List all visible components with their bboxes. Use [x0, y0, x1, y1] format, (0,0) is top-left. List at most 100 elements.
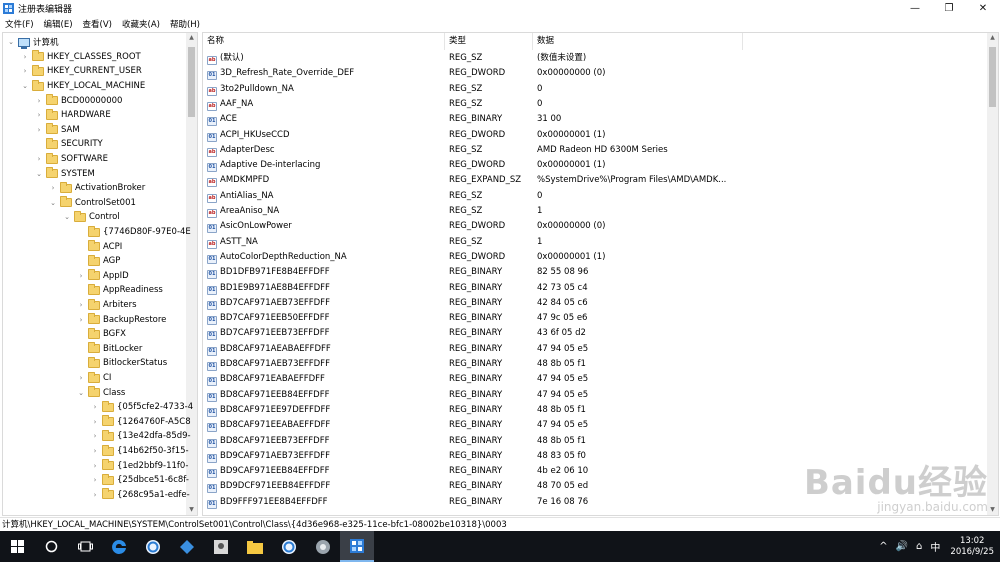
tree-node[interactable]: {7746D80F-97E0-4E [77, 225, 191, 240]
value-row[interactable]: ab 3to2Pulldown_NA REG_SZ 0 [203, 82, 988, 97]
tree-node[interactable]: › {25dbce51-6c8f- [91, 473, 189, 488]
app-icon[interactable] [204, 531, 238, 562]
edge-icon[interactable] [102, 531, 136, 562]
tree-node[interactable]: › {14b62f50-3f15- [91, 444, 189, 459]
menu-favorites[interactable]: 收藏夹(A) [117, 18, 165, 30]
minimize-button[interactable]: — [898, 0, 932, 16]
value-row[interactable]: 01 BD9CAF971EEB84EFFDFF REG_BINARY 4b e2 06… [203, 464, 988, 479]
chevron-right-icon[interactable]: › [35, 111, 43, 119]
value-row[interactable]: ab AreaAniso_NA REG_SZ 1 [203, 204, 988, 219]
value-row[interactable]: 01 BD8CAF971EEABAEFFDFF REG_BINARY 47 94 05… [203, 418, 988, 433]
tree-node[interactable]: ACPI [77, 239, 122, 254]
menu-edit[interactable]: 编辑(E) [39, 18, 78, 30]
value-row[interactable]: 01 BD8CAF971AEB73EFFDFF REG_BINARY 48 8b 05… [203, 357, 988, 372]
tree-node[interactable]: › BCD00000000 [35, 93, 122, 108]
tree-node[interactable]: BGFX [77, 327, 126, 342]
search-icon[interactable] [34, 531, 68, 562]
tree-node[interactable]: › {268c95a1-edfe- [91, 488, 190, 503]
value-row[interactable]: 01 BD1E9B971AE8B4EFFDFF REG_BINARY 42 73 05… [203, 281, 988, 296]
value-row[interactable]: 01 BD9FFF971EE8B4EFFDFF REG_BINARY 7e 16 08… [203, 495, 988, 510]
tree-node[interactable]: BitLocker [77, 342, 142, 357]
chevron-right-icon[interactable]: › [35, 97, 43, 105]
tree-node[interactable]: ⌄ Control [63, 210, 120, 225]
network-icon[interactable]: ⌂ [912, 541, 926, 552]
menu-help[interactable]: 帮助(H) [165, 18, 205, 30]
chevron-down-icon[interactable]: ⌄ [7, 38, 15, 46]
tree-node[interactable]: ⌄ HKEY_LOCAL_MACHINE [21, 79, 145, 94]
value-row[interactable]: ab (默认) REG_SZ (数值未设置) [203, 51, 988, 66]
value-row[interactable]: 01 ACPI_HKUseCCD REG_DWORD 0x00000001 (1) [203, 128, 988, 143]
regedit-icon[interactable] [340, 531, 374, 562]
chevron-down-icon[interactable]: ⌄ [49, 199, 57, 207]
tree-node[interactable]: › {05f5cfe2-4733-4 [91, 400, 193, 415]
scroll-up-icon[interactable]: ▲ [987, 33, 998, 43]
value-row[interactable]: ab AntiAlias_NA REG_SZ 0 [203, 189, 988, 204]
value-row[interactable]: 01 BD7CAF971EEB73EFFDFF REG_BINARY 43 6f 05… [203, 326, 988, 341]
chevron-right-icon[interactable]: › [91, 403, 99, 411]
volume-icon[interactable]: 🔊 [892, 541, 912, 552]
chevron-right-icon[interactable]: › [91, 447, 99, 455]
chevron-right-icon[interactable]: › [91, 491, 99, 499]
maximize-button[interactable]: ❐ [932, 0, 966, 16]
chevron-right-icon[interactable]: › [77, 301, 85, 309]
value-row[interactable]: 01 BD9DCF971EEB84EFFDFF REG_BINARY 48 70 05… [203, 479, 988, 494]
value-row[interactable]: 01 BD8CAF971EABAEFFDFF REG_BINARY 47 94 05 … [203, 372, 988, 387]
chevron-right-icon[interactable]: › [77, 374, 85, 382]
column-data-header[interactable]: 数据 [533, 33, 743, 50]
tree-node[interactable]: AGP [77, 254, 120, 269]
chevron-down-icon[interactable]: ⌄ [77, 389, 85, 397]
value-row[interactable]: 01 BD8CAF971EEB73EFFDFF REG_BINARY 48 8b 05… [203, 434, 988, 449]
tree-node[interactable]: › SAM [35, 123, 80, 138]
tree-node[interactable]: › Arbiters [77, 298, 137, 313]
chevron-right-icon[interactable]: › [49, 184, 57, 192]
scroll-down-icon[interactable]: ▼ [987, 505, 998, 515]
chevron-down-icon[interactable]: ⌄ [35, 170, 43, 178]
value-row[interactable]: 01 BD1DFB971FE8B4EFFDFF REG_BINARY 82 55 08… [203, 265, 988, 280]
chevron-right-icon[interactable]: › [91, 462, 99, 470]
value-row[interactable]: ab AMDKMPFD REG_EXPAND_SZ %SystemDrive%\Pro… [203, 173, 988, 188]
app-icon[interactable] [306, 531, 340, 562]
ime-indicator[interactable]: 中 [926, 539, 944, 554]
chevron-right-icon[interactable]: › [77, 316, 85, 324]
value-row[interactable]: 01 ACE REG_BINARY 31 00 [203, 112, 988, 127]
chevron-right-icon[interactable]: › [91, 476, 99, 484]
close-button[interactable]: ✕ [966, 0, 1000, 16]
chevron-right-icon[interactable]: › [91, 418, 99, 426]
tree-node[interactable]: SECURITY [35, 137, 103, 152]
value-list[interactable]: 名称 类型 数据 ▲ ▼ ab (默认) REG_SZ (数值未设置) 01 3D_Ref… [202, 32, 999, 516]
explorer-icon[interactable] [238, 531, 272, 562]
chevron-up-icon[interactable]: ^ [875, 541, 891, 552]
value-row[interactable]: 01 AutoColorDepthReduction_NA REG_DWORD 0x0… [203, 250, 988, 265]
tree-node[interactable]: › AppID [77, 269, 129, 284]
chevron-right-icon[interactable]: › [21, 53, 29, 61]
value-row[interactable]: 01 BD8CAF971EEB84EFFDFF REG_BINARY 47 94 05… [203, 388, 988, 403]
tree-scroll-thumb[interactable] [188, 47, 195, 117]
scroll-down-icon[interactable]: ▼ [186, 505, 197, 515]
chevron-right-icon[interactable]: › [21, 67, 29, 75]
column-type-header[interactable]: 类型 [445, 33, 533, 50]
value-row[interactable]: 01 BD7CAF971AEB73EFFDFF REG_BINARY 42 84 05… [203, 296, 988, 311]
scroll-up-icon[interactable]: ▲ [186, 33, 197, 43]
list-scrollbar[interactable]: ▲ ▼ [987, 33, 998, 515]
tree-node[interactable]: › ActivationBroker [49, 181, 145, 196]
value-row[interactable]: 01 AsicOnLowPower REG_DWORD 0x00000000 (0) [203, 219, 988, 234]
column-name-header[interactable]: 名称 [203, 33, 445, 50]
value-row[interactable]: 01 BD9CAF971AEB73EFFDFF REG_BINARY 48 83 05… [203, 449, 988, 464]
tree-node[interactable]: ⌄ Class [77, 385, 125, 400]
app-icon[interactable] [170, 531, 204, 562]
tree-node[interactable]: BitlockerStatus [77, 356, 167, 371]
tree-node[interactable]: ⌄ 计算机 [7, 35, 59, 50]
start-icon[interactable] [0, 531, 34, 562]
tree-node[interactable]: › {1ed2bbf9-11f0- [91, 458, 188, 473]
task-view-icon[interactable] [68, 531, 102, 562]
value-row[interactable]: 01 3D_Refresh_Rate_Override_DEF REG_DWORD 0… [203, 66, 988, 81]
tree-node[interactable]: ⌄ ControlSet001 [49, 196, 136, 211]
clock[interactable]: 13:02 2016/9/25 [944, 536, 1000, 558]
key-tree[interactable]: ▲ ▼ ⌄ 计算机 › HKEY_CLASSES_ROOT › HKEY_CURRENT_… [2, 32, 198, 516]
tree-node[interactable]: › CI [77, 371, 111, 386]
menu-view[interactable]: 查看(V) [78, 18, 117, 30]
browser-icon[interactable] [136, 531, 170, 562]
chevron-right-icon[interactable]: › [91, 432, 99, 440]
tree-node[interactable]: › SOFTWARE [35, 152, 108, 167]
tree-node[interactable]: › {1264760F-A5C8 [91, 415, 191, 430]
